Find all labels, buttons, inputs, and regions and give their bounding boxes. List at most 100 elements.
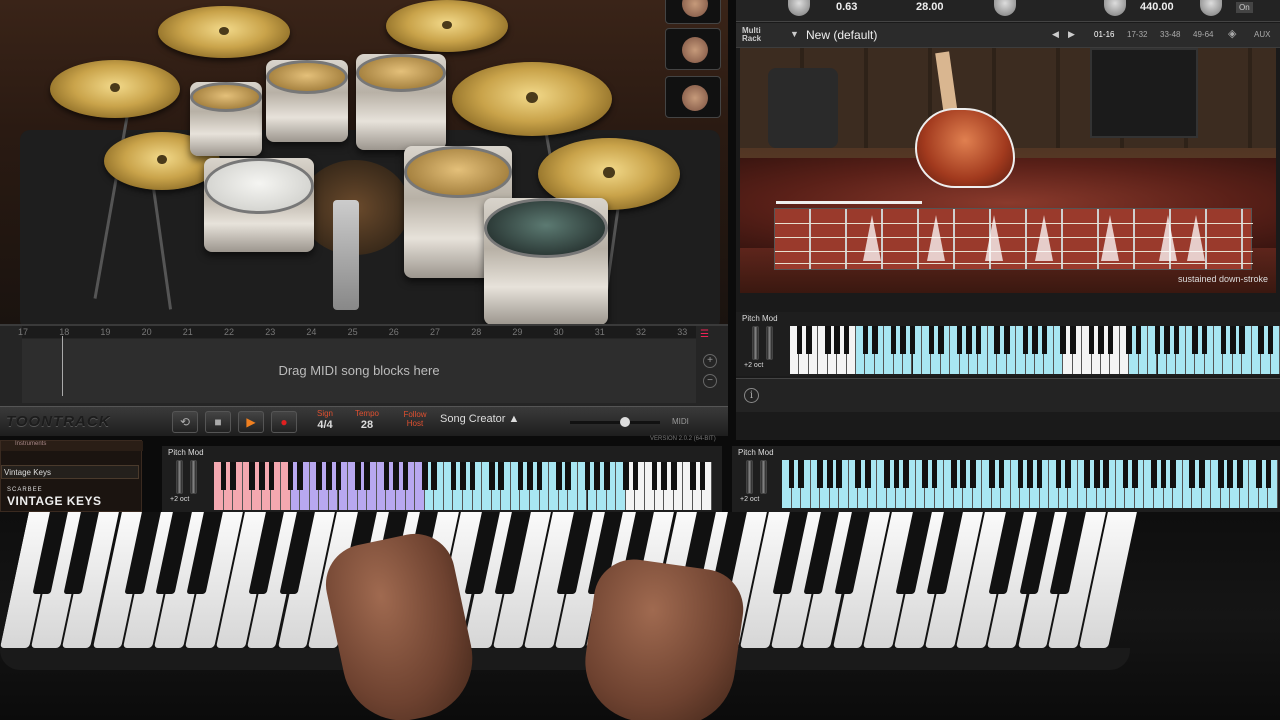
black-key[interactable] xyxy=(817,460,823,488)
black-key[interactable] xyxy=(603,462,610,490)
black-key[interactable] xyxy=(632,462,639,490)
info-icon[interactable]: i xyxy=(744,388,759,403)
black-key[interactable] xyxy=(956,326,963,354)
black-key[interactable] xyxy=(928,326,935,354)
stop-button[interactable]: ■ xyxy=(205,411,231,433)
black-key[interactable] xyxy=(527,462,533,490)
black-key[interactable] xyxy=(824,326,831,354)
black-key[interactable] xyxy=(862,326,869,354)
snare-drum[interactable] xyxy=(204,158,314,252)
black-key[interactable] xyxy=(1069,326,1076,354)
black-key[interactable] xyxy=(460,462,466,490)
preset-name[interactable]: New (default) xyxy=(806,28,877,42)
pitch-wheel[interactable] xyxy=(752,326,759,360)
black-key[interactable] xyxy=(922,460,928,488)
tambourine-icon[interactable] xyxy=(665,76,721,118)
zoom-out-icon[interactable]: − xyxy=(703,374,717,388)
black-key[interactable] xyxy=(393,462,399,490)
maracas-icon[interactable] xyxy=(665,28,721,70)
black-key[interactable] xyxy=(1151,460,1157,488)
black-key[interactable] xyxy=(1198,460,1205,488)
mod-wheel[interactable] xyxy=(766,326,773,360)
black-key[interactable] xyxy=(287,462,294,490)
black-key[interactable] xyxy=(488,462,495,490)
black-key[interactable] xyxy=(421,462,428,490)
black-key[interactable] xyxy=(937,326,944,354)
black-key[interactable] xyxy=(354,462,361,490)
pitch-wheel[interactable] xyxy=(176,460,183,494)
black-key[interactable] xyxy=(909,326,916,354)
black-key[interactable] xyxy=(1164,326,1170,354)
ride-cymbal[interactable] xyxy=(452,62,612,136)
black-key[interactable] xyxy=(1189,460,1195,488)
shaker-icon[interactable] xyxy=(665,0,721,24)
black-key[interactable] xyxy=(826,460,833,488)
black-key[interactable] xyxy=(998,460,1005,488)
black-key[interactable] xyxy=(498,462,505,490)
splash-cymbal[interactable] xyxy=(50,60,180,118)
black-key[interactable] xyxy=(1154,326,1161,354)
black-key[interactable] xyxy=(1103,460,1110,488)
black-key[interactable] xyxy=(450,462,457,490)
patch-item-vintage-keys[interactable]: Vintage Keys xyxy=(1,465,139,479)
floor-tom-2[interactable] xyxy=(484,198,608,325)
black-key[interactable] xyxy=(584,462,591,490)
fret-position-slider[interactable] xyxy=(776,201,922,204)
black-key[interactable] xyxy=(1126,326,1133,354)
top-value-1[interactable]: 0.63 xyxy=(836,1,857,13)
top-value-2[interactable]: 28.00 xyxy=(916,1,944,13)
black-key[interactable] xyxy=(796,326,803,354)
black-key[interactable] xyxy=(969,460,976,488)
play-button[interactable]: ▶ xyxy=(238,411,264,433)
black-key[interactable] xyxy=(950,460,957,488)
black-key[interactable] xyxy=(1230,326,1236,354)
black-key[interactable] xyxy=(1258,326,1264,354)
record-button[interactable]: ● xyxy=(271,411,297,433)
prev-preset-icon[interactable]: ◀ xyxy=(1052,29,1059,40)
black-key[interactable] xyxy=(1017,460,1024,488)
black-key[interactable] xyxy=(565,462,572,490)
black-key[interactable] xyxy=(1170,460,1176,488)
black-key[interactable] xyxy=(699,462,706,490)
rhodes-piano-keys[interactable] xyxy=(782,460,1278,508)
black-key[interactable] xyxy=(1160,460,1167,488)
black-key[interactable] xyxy=(1236,460,1243,488)
tab-range-3[interactable]: 33-48 xyxy=(1160,30,1180,39)
black-key[interactable] xyxy=(622,462,629,490)
black-key[interactable] xyxy=(220,462,227,490)
black-key[interactable] xyxy=(1173,326,1180,354)
timeline-ruler[interactable]: 17 18 19 20 21 22 23 24 25 26 27 28 29 30 31 32 33 xyxy=(18,326,696,338)
top-value-3[interactable]: 440.00 xyxy=(1140,1,1174,13)
black-key[interactable] xyxy=(1032,326,1038,354)
black-key[interactable] xyxy=(893,460,900,488)
keys-piano-keys[interactable] xyxy=(214,462,712,510)
black-key[interactable] xyxy=(994,326,1001,354)
black-key[interactable] xyxy=(1107,326,1114,354)
black-key[interactable] xyxy=(843,326,850,354)
black-key[interactable] xyxy=(903,460,909,488)
black-key[interactable] xyxy=(900,326,906,354)
settings-icon[interactable]: ◈ xyxy=(1228,27,1236,40)
black-key[interactable] xyxy=(651,462,658,490)
black-key[interactable] xyxy=(884,460,890,488)
black-key[interactable] xyxy=(1267,326,1274,354)
black-key[interactable] xyxy=(1201,326,1208,354)
black-key[interactable] xyxy=(1088,326,1095,354)
black-key[interactable] xyxy=(536,462,543,490)
black-key[interactable] xyxy=(402,462,409,490)
black-key[interactable] xyxy=(297,462,304,490)
on-label[interactable]: On xyxy=(1236,2,1253,13)
black-key[interactable] xyxy=(594,462,600,490)
preset-dropdown-icon[interactable]: ▼ xyxy=(790,29,799,39)
crash-cymbal-left[interactable] xyxy=(158,6,290,58)
black-key[interactable] xyxy=(806,326,812,354)
sign-value[interactable]: 4/4 xyxy=(310,419,340,431)
follow-host-toggle[interactable]: Follow Host xyxy=(398,410,432,428)
black-key[interactable] xyxy=(788,460,795,488)
black-key[interactable] xyxy=(1093,460,1100,488)
playhead[interactable] xyxy=(62,336,63,396)
black-key[interactable] xyxy=(1239,326,1246,354)
tab-range-1[interactable]: 01-16 xyxy=(1094,30,1114,39)
pitch-wheel[interactable] xyxy=(746,460,753,494)
black-key[interactable] xyxy=(1055,460,1062,488)
